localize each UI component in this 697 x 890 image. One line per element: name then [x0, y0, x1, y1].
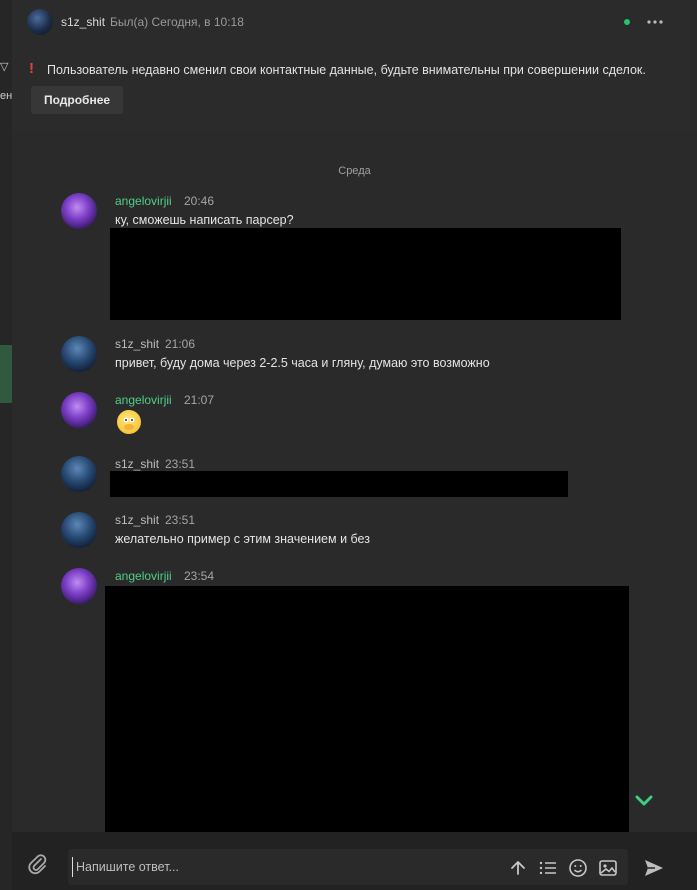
list-icon[interactable] — [538, 858, 558, 878]
redacted-content — [105, 586, 629, 832]
message-author[interactable]: angelovirjii — [115, 393, 172, 407]
message-author[interactable]: angelovirjii — [115, 569, 172, 583]
message-author[interactable]: angelovirjii — [115, 194, 172, 208]
redacted-content — [110, 471, 568, 497]
avatar[interactable] — [61, 392, 97, 428]
avatar[interactable] — [61, 456, 97, 492]
message-author[interactable]: s1z_shit — [115, 457, 159, 471]
contact-change-warning: ! Пользователь недавно сменил свои конта… — [12, 44, 697, 131]
reply-input[interactable] — [72, 857, 478, 877]
avatar[interactable] — [61, 193, 97, 229]
warning-icon: ! — [29, 60, 34, 77]
emoji-icon[interactable] — [568, 858, 588, 878]
warning-text: Пользователь недавно сменил свои контакт… — [47, 63, 646, 77]
avatar[interactable] — [27, 9, 53, 35]
message-composer — [12, 832, 697, 890]
message-text: ку, сможешь написать парсер? — [115, 213, 294, 227]
sidebar-text-fragment: ен — [0, 90, 13, 102]
message-list[interactable]: Среда angelovirjii 20:46 ку, сможешь нап… — [12, 130, 697, 832]
chat-username[interactable]: s1z_shit — [61, 15, 105, 29]
sidebar-filter-icon[interactable]: ▽ — [0, 60, 8, 73]
avatar[interactable] — [61, 568, 97, 604]
more-dots-icon[interactable] — [644, 12, 666, 32]
message-time: 23:54 — [184, 569, 215, 583]
image-icon[interactable] — [598, 858, 618, 878]
message-time: 23:51 — [165, 457, 196, 471]
day-separator: Среда — [338, 165, 371, 177]
chat-header: s1z_shit Был(а) Сегодня, в 10:18 — [12, 0, 697, 44]
reply-box — [68, 849, 628, 885]
message-time: 21:06 — [165, 337, 196, 351]
last-seen-status: Был(а) Сегодня, в 10:18 — [110, 15, 244, 29]
sidebar-edge: ▽ ен — [0, 0, 12, 890]
message-author[interactable]: s1z_shit — [115, 513, 159, 527]
avatar[interactable] — [61, 336, 97, 372]
chat-panel: s1z_shit Был(а) Сегодня, в 10:18 ! Польз… — [12, 0, 697, 890]
message-text: желательно пример с этим значением и без — [115, 532, 370, 546]
scroll-down-icon[interactable] — [630, 787, 658, 815]
paperclip-icon[interactable] — [26, 853, 48, 875]
avatar[interactable] — [61, 512, 97, 548]
message-time: 23:51 — [165, 513, 196, 527]
send-icon[interactable] — [643, 857, 665, 879]
sidebar-active-item[interactable] — [0, 345, 12, 403]
redacted-content — [110, 228, 621, 320]
message-time: 20:46 — [184, 194, 215, 208]
message-text: привет, буду дома через 2-2.5 часа и гля… — [115, 356, 490, 370]
online-indicator — [624, 19, 630, 25]
message-author[interactable]: s1z_shit — [115, 337, 159, 351]
arrow-up-icon[interactable] — [508, 858, 528, 878]
message-time: 21:07 — [184, 393, 215, 407]
hand-over-mouth-emoji-icon — [117, 410, 141, 434]
details-button[interactable]: Подробнее — [31, 86, 123, 114]
